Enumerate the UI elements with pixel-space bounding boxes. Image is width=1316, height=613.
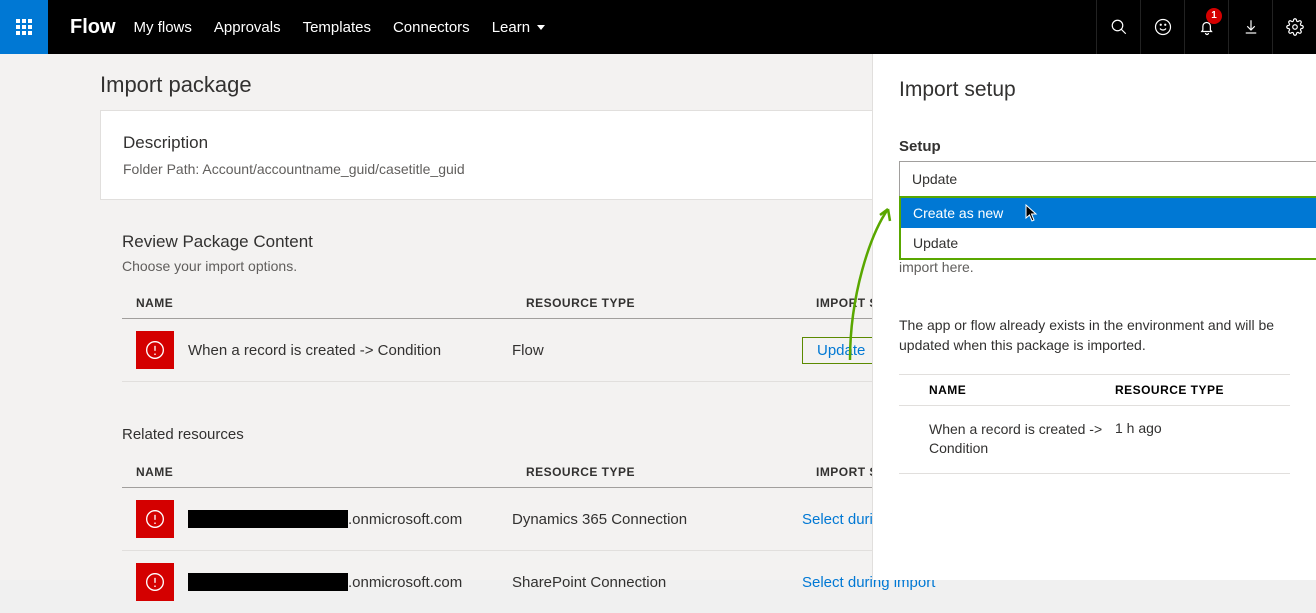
col-name: NAME xyxy=(136,465,526,479)
dropdown-option-create-new[interactable]: Create as new xyxy=(901,198,1316,228)
notifications-button[interactable]: 1 xyxy=(1184,0,1228,54)
nav-links: My flows Approvals Templates Connectors … xyxy=(134,19,546,36)
error-icon xyxy=(136,331,174,369)
row-name: When a record is created -> Condition xyxy=(188,342,441,359)
setup-dropdown[interactable]: Update xyxy=(899,161,1316,197)
nav-connectors[interactable]: Connectors xyxy=(393,19,470,36)
row-type: Dynamics 365 Connection xyxy=(512,511,802,528)
row-type: Flow xyxy=(512,342,802,359)
error-icon xyxy=(136,500,174,538)
brand-label: Flow xyxy=(48,16,134,39)
waffle-icon xyxy=(16,19,32,35)
nav-approvals[interactable]: Approvals xyxy=(214,19,281,36)
nav-right: 1 xyxy=(1096,0,1316,54)
nav-my-flows[interactable]: My flows xyxy=(134,19,192,36)
top-nav: Flow My flows Approvals Templates Connec… xyxy=(0,0,1316,54)
download-button[interactable] xyxy=(1228,0,1272,54)
row-name: When a record is created -> Condition xyxy=(899,420,1115,459)
redacted-text xyxy=(188,510,348,528)
search-icon xyxy=(1110,18,1128,36)
app-launcher-button[interactable] xyxy=(0,0,48,54)
col-name: NAME xyxy=(136,296,526,310)
feedback-button[interactable] xyxy=(1140,0,1184,54)
search-button[interactable] xyxy=(1096,0,1140,54)
dropdown-list: Create as new Update xyxy=(899,196,1316,260)
row-type: SharePoint Connection xyxy=(512,574,802,591)
row-name-suffix: .onmicrosoft.com xyxy=(348,574,462,591)
row-name-suffix: .onmicrosoft.com xyxy=(348,511,462,528)
nav-learn[interactable]: Learn xyxy=(492,19,545,36)
help-text: The app or flow already exists in the en… xyxy=(899,315,1290,356)
col-type: RESOURCE TYPE xyxy=(1115,383,1290,397)
setup-label: Setup xyxy=(899,138,1316,155)
col-type: RESOURCE TYPE xyxy=(526,465,816,479)
panel-table-row: When a record is created -> Condition 1 … xyxy=(899,406,1290,474)
panel-table-header: NAME RESOURCE TYPE xyxy=(899,374,1290,406)
nav-templates[interactable]: Templates xyxy=(303,19,371,36)
dropdown-option-update[interactable]: Update xyxy=(901,228,1316,258)
download-icon xyxy=(1242,18,1260,36)
notification-badge: 1 xyxy=(1206,8,1222,24)
gear-icon xyxy=(1286,18,1304,36)
row-time: 1 h ago xyxy=(1115,420,1290,459)
smiley-icon xyxy=(1154,18,1172,36)
truncated-text: import here. xyxy=(899,259,1316,275)
settings-button[interactable] xyxy=(1272,0,1316,54)
col-type: RESOURCE TYPE xyxy=(526,296,816,310)
import-setup-link[interactable]: Update xyxy=(802,337,880,364)
dropdown-selected: Update xyxy=(912,171,957,187)
col-name: NAME xyxy=(899,383,1115,397)
error-icon xyxy=(136,563,174,601)
redacted-text xyxy=(188,573,348,591)
panel-title: Import setup xyxy=(899,78,1316,102)
page-body: Import package Description Folder Path: … xyxy=(0,54,1316,580)
import-setup-panel: Import setup Setup Update Create as new … xyxy=(872,54,1316,580)
